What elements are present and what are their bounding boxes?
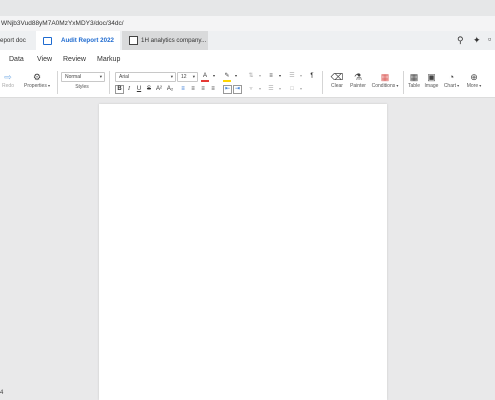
more-label: More bbox=[466, 83, 479, 89]
align-right-icon[interactable]: ≡ bbox=[199, 85, 207, 93]
increase-indent-icon[interactable]: ⇥ bbox=[233, 85, 242, 94]
redo-icon: ⇨ bbox=[4, 72, 12, 82]
tab-report-doc[interactable]: eport doc bbox=[0, 31, 34, 50]
properties-label: Properties bbox=[24, 83, 47, 89]
style-select[interactable]: Normal ▾ bbox=[61, 72, 105, 82]
menu-bar: Data View Review Markup bbox=[0, 50, 495, 67]
style-value: Normal bbox=[65, 74, 82, 80]
border-icon[interactable]: □ bbox=[288, 85, 296, 93]
browser-top-strip bbox=[0, 0, 495, 16]
divider bbox=[403, 71, 404, 94]
table-icon: ▦ bbox=[409, 72, 419, 82]
font-size-select[interactable]: 12 ▾ bbox=[177, 72, 198, 82]
redo-label: Redo bbox=[2, 83, 14, 89]
painter-button[interactable]: ⚗ Painter bbox=[348, 72, 368, 89]
font-select[interactable]: Arial ▾ bbox=[115, 72, 176, 82]
chart-icon: ◔ bbox=[448, 72, 455, 82]
painter-label: Painter bbox=[350, 83, 366, 89]
table-label: Table bbox=[408, 83, 420, 89]
document-icon bbox=[43, 37, 52, 45]
chevron-down-icon[interactable]: ▾ bbox=[210, 72, 218, 80]
font-value: Arial bbox=[119, 74, 130, 80]
image-label: Image bbox=[424, 83, 439, 89]
gear-icon: ⚙ bbox=[32, 72, 42, 82]
styles-label-wrap: Styles bbox=[72, 84, 92, 90]
filter-icon[interactable]: ▿ bbox=[247, 85, 255, 93]
subscript-icon[interactable]: A₂ bbox=[166, 85, 174, 93]
search-icon[interactable]: ⚲ bbox=[457, 35, 464, 46]
list-options-icon[interactable]: ☰ bbox=[267, 85, 275, 93]
divider bbox=[322, 71, 323, 94]
clear-format-icon: ⌫ bbox=[330, 72, 344, 82]
tab-audit-report[interactable]: Audit Report 2022 bbox=[36, 31, 120, 50]
address-bar[interactable]: WNjb3Vud88yM7A0MzYxMDY3/doc/34dc/ bbox=[0, 16, 495, 32]
conditions-icon: ▦ bbox=[380, 72, 390, 82]
chevron-down-icon[interactable]: ▾ bbox=[232, 72, 240, 80]
sheet-icon bbox=[129, 36, 138, 45]
line-spacing-icon[interactable]: ⇅ bbox=[247, 72, 255, 80]
image-icon: ▣ bbox=[427, 72, 436, 82]
chevron-down-icon: ▾ bbox=[192, 74, 195, 79]
tab-analytics[interactable]: 1H analytics company... bbox=[122, 31, 208, 50]
divider bbox=[57, 71, 58, 94]
strikethrough-icon[interactable]: S bbox=[145, 85, 153, 93]
chevron-down-icon[interactable]: ▾ bbox=[256, 85, 264, 93]
redo-button[interactable]: ⇨ Redo bbox=[1, 72, 15, 89]
align-left-icon[interactable]: ≡ bbox=[179, 85, 187, 93]
page-indicator: 4 bbox=[0, 390, 4, 396]
conditions-label: Conditions bbox=[371, 83, 396, 89]
chart-label: Chart bbox=[443, 83, 457, 89]
styles-label: Styles bbox=[75, 84, 89, 90]
clear-label: Clear bbox=[331, 83, 343, 89]
numbered-list-icon[interactable]: ☰ bbox=[288, 72, 296, 80]
tab-label: eport doc bbox=[0, 37, 26, 44]
bullet-list-icon[interactable]: ≡ bbox=[267, 72, 275, 80]
chevron-down-icon: ▾ bbox=[99, 74, 102, 79]
document-tab-bar: eport doc Audit Report 2022 1H analytics… bbox=[0, 31, 495, 50]
chevron-down-icon[interactable]: ▾ bbox=[256, 72, 264, 80]
more-button[interactable]: ⊕ More ▾ bbox=[463, 72, 485, 89]
font-color-icon[interactable]: A bbox=[201, 72, 209, 82]
divider bbox=[109, 71, 110, 94]
tab-label: 1H analytics company... bbox=[141, 37, 207, 44]
font-size-value: 12 bbox=[181, 74, 187, 80]
ribbon-toolbar: ⇨ Redo ⚙ Properties ▾ Normal ▾ Styles Ar… bbox=[0, 67, 495, 98]
address-url[interactable]: WNjb3Vud88yM7A0MzYxMDY3/doc/34dc/ bbox=[0, 20, 124, 27]
document-page[interactable] bbox=[99, 104, 387, 400]
bold-icon[interactable]: B bbox=[115, 85, 124, 94]
decrease-indent-icon[interactable]: ⇤ bbox=[223, 85, 232, 94]
conditions-button[interactable]: ▦ Conditions ▾ bbox=[370, 72, 400, 89]
justify-icon[interactable]: ≡ bbox=[209, 85, 217, 93]
chevron-down-icon: ▾ bbox=[170, 74, 173, 79]
image-button[interactable]: ▣ Image bbox=[423, 72, 440, 89]
status-bar: 4 bbox=[0, 386, 99, 400]
tab-label: Audit Report 2022 bbox=[61, 37, 114, 44]
properties-button[interactable]: ⚙ Properties ▾ bbox=[22, 72, 52, 89]
chevron-down-icon[interactable]: ▾ bbox=[297, 72, 305, 80]
align-center-icon[interactable]: ≡ bbox=[189, 85, 197, 93]
underline-icon[interactable]: U bbox=[135, 85, 143, 93]
clear-button[interactable]: ⌫ Clear bbox=[328, 72, 346, 89]
plus-circle-icon: ⊕ bbox=[470, 72, 478, 82]
paragraph-mark-icon[interactable]: ¶ bbox=[308, 72, 316, 80]
superscript-icon[interactable]: A² bbox=[155, 85, 163, 93]
format-painter-icon: ⚗ bbox=[353, 72, 363, 82]
highlight-icon[interactable]: ✎ bbox=[223, 72, 231, 82]
chevron-down-icon[interactable]: ▾ bbox=[297, 85, 305, 93]
chevron-down-icon[interactable]: ▾ bbox=[276, 72, 284, 80]
chevron-down-icon[interactable]: ▾ bbox=[276, 85, 284, 93]
italic-icon[interactable]: I bbox=[125, 85, 133, 93]
chart-button[interactable]: ◔ Chart ▾ bbox=[441, 72, 462, 89]
notification-icon[interactable]: ▫ bbox=[488, 34, 491, 44]
ai-sparkle-icon[interactable]: ✦ bbox=[473, 35, 481, 46]
table-button[interactable]: ▦ Table bbox=[406, 72, 422, 89]
